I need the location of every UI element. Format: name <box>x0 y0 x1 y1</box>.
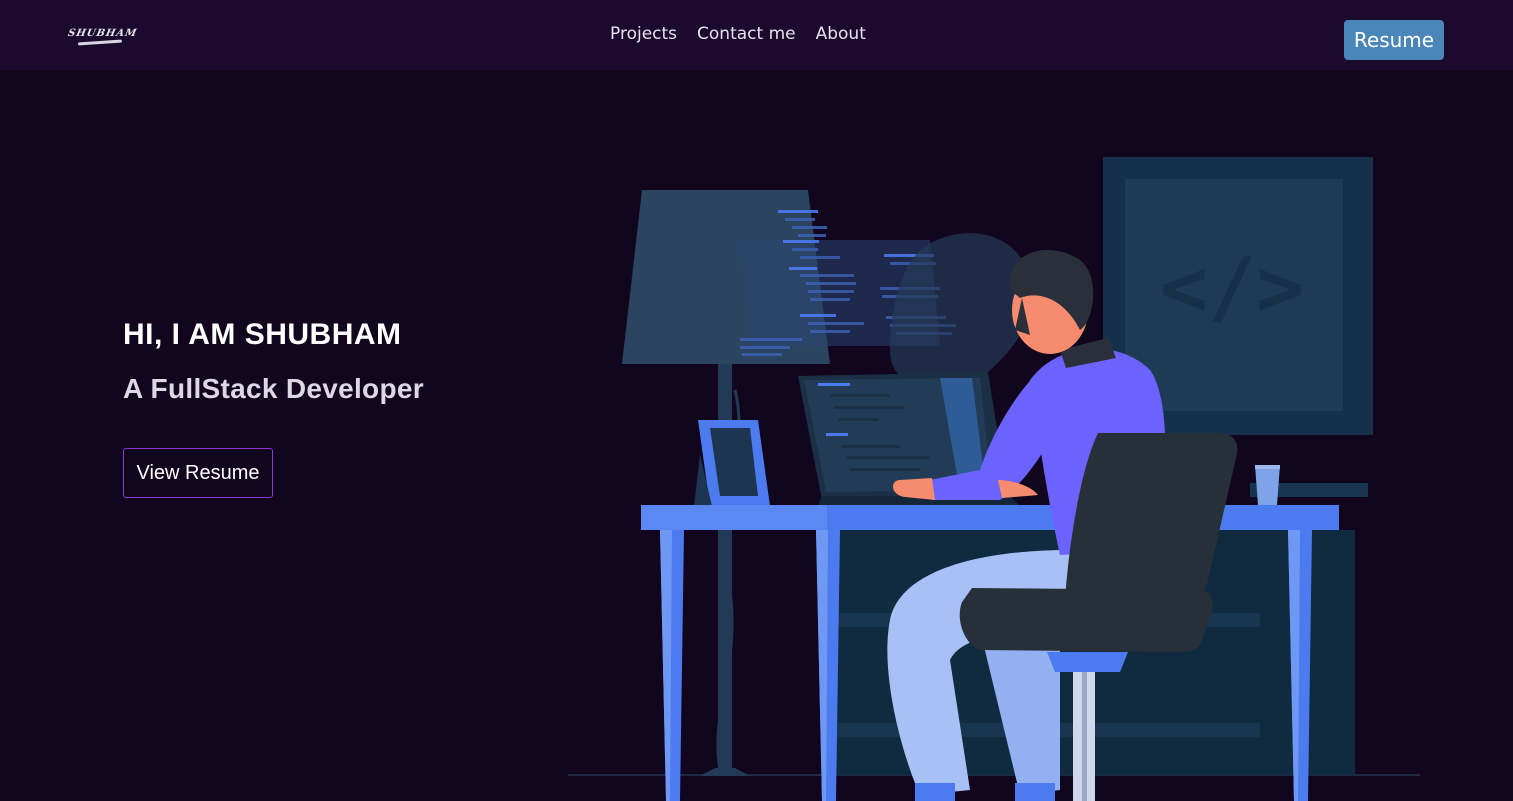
nav-link-about[interactable]: About <box>816 24 866 44</box>
logo-brush-stroke <box>77 39 123 46</box>
hero-title: HI, I AM SHUBHAM <box>123 318 402 351</box>
logo-text: SHUBHAM <box>66 28 139 39</box>
hero-subtitle: A FullStack Developer <box>123 373 424 404</box>
view-resume-button[interactable]: View Resume <box>123 448 273 498</box>
navbar: SHUBHAM Projects Contact me About Resume <box>0 0 1513 70</box>
resume-button[interactable]: Resume <box>1344 20 1444 60</box>
page: SHUBHAM Projects Contact me About Resume… <box>0 0 1513 801</box>
cup <box>1255 465 1280 505</box>
code-symbol-icon: </> <box>1160 241 1305 334</box>
nav-link-contact[interactable]: Contact me <box>697 24 796 44</box>
logo[interactable]: SHUBHAM <box>66 28 139 50</box>
nav-links: Projects Contact me About <box>610 24 866 44</box>
nav-link-projects[interactable]: Projects <box>610 24 677 44</box>
developer-illustration: </> <box>568 157 1420 801</box>
photo-frame <box>694 420 770 506</box>
